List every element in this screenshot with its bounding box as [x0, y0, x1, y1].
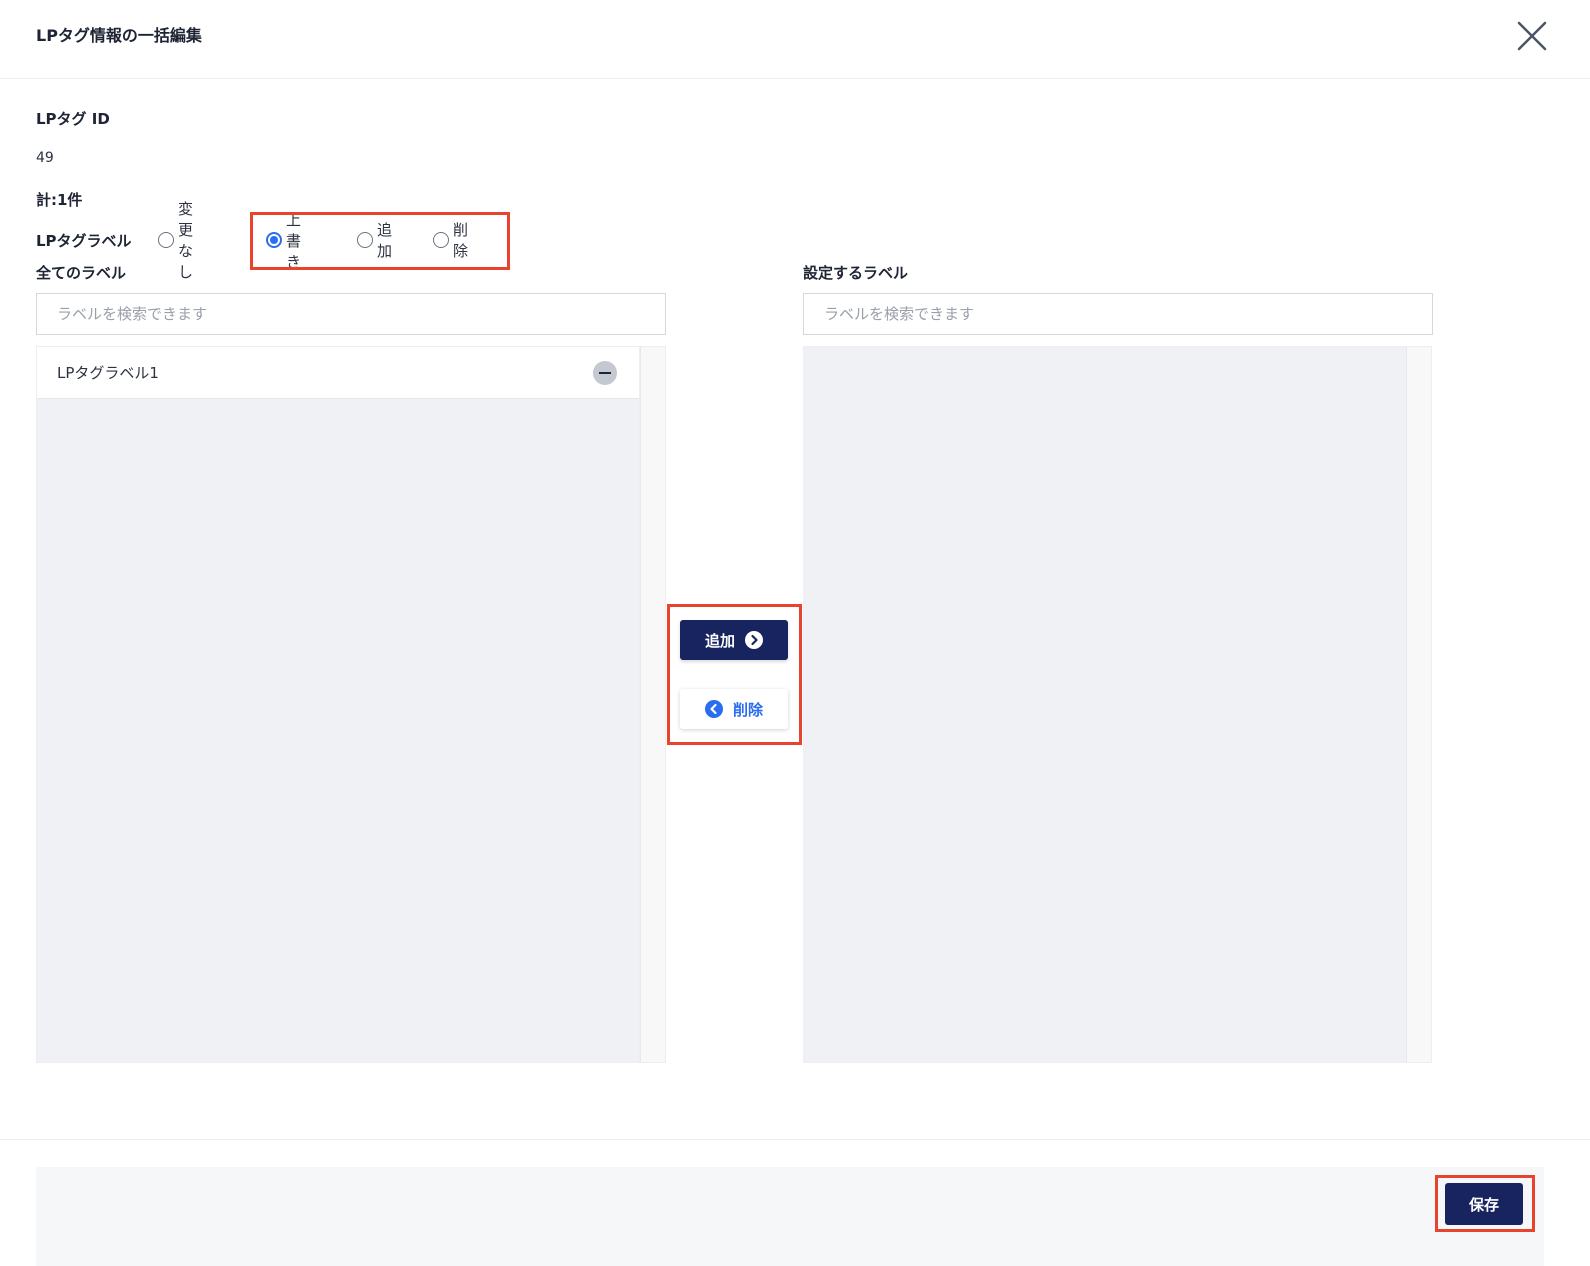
set-labels-scrollbar[interactable] [1406, 346, 1432, 1063]
all-labels-list: LPタグラベル1 [36, 346, 640, 1063]
dialog-title: LPタグ情報の一括編集 [36, 26, 202, 45]
highlight-box-transfer [667, 604, 802, 745]
label-mode-label: LPタグラベル [36, 231, 132, 250]
all-labels-search-input[interactable] [36, 293, 666, 335]
highlight-box-radio [250, 212, 510, 270]
radio-label: 変更なし [178, 200, 194, 281]
set-labels-heading: 設定するラベル [803, 264, 909, 282]
id-label: LPタグ ID [36, 110, 110, 128]
all-labels-heading: 全てのラベル [36, 264, 127, 282]
remove-icon[interactable] [593, 361, 617, 385]
set-labels-list [803, 346, 1407, 1063]
total-count: 計:1件 [36, 191, 83, 209]
footer-divider [0, 1139, 1590, 1140]
set-labels-search-input[interactable] [803, 293, 1433, 335]
dialog-header: LPタグ情報の一括編集 [0, 0, 1590, 79]
close-icon[interactable] [1512, 16, 1552, 56]
radio-circle[interactable] [158, 232, 174, 248]
list-item[interactable]: LPタグラベル1 [37, 347, 639, 399]
id-value: 49 [36, 150, 54, 166]
dialog-footer [36, 1167, 1544, 1266]
highlight-box-save [1435, 1175, 1535, 1232]
list-item-label: LPタグラベル1 [57, 364, 159, 382]
label-mode-group: LPタグラベル 変更なし 上書き 追加 削除 [36, 200, 468, 281]
radio-no-change[interactable]: 変更なし [158, 198, 193, 282]
all-labels-scrollbar[interactable] [640, 346, 666, 1063]
